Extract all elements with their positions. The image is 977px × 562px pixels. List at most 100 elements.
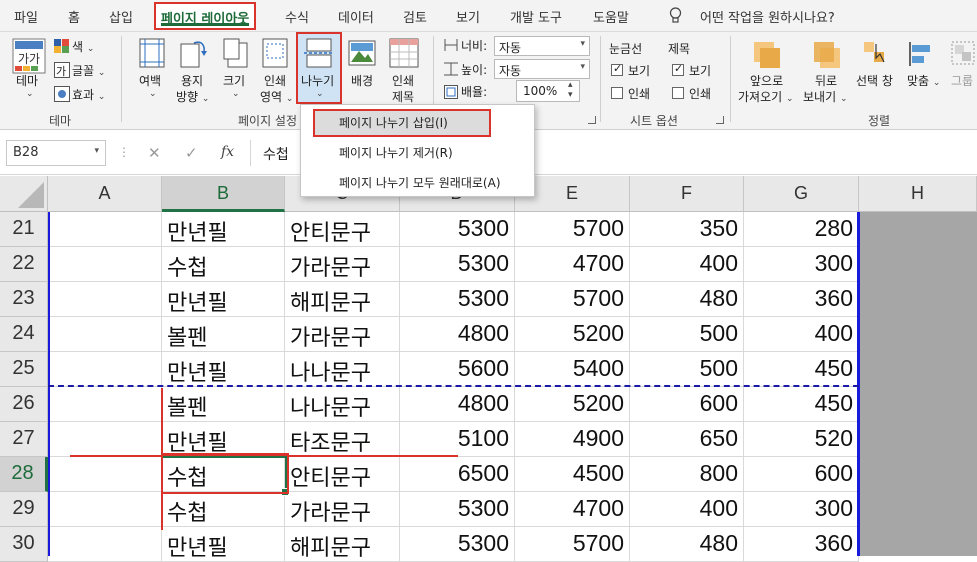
cell-g[interactable]: 360 bbox=[744, 527, 859, 562]
send-backward-label-2[interactable]: 보내기 ⌄ bbox=[803, 88, 848, 105]
row-header[interactable]: 29 bbox=[0, 492, 48, 527]
cell-a[interactable] bbox=[48, 422, 162, 457]
cell-e[interactable]: 5700 bbox=[515, 282, 630, 317]
colors-label[interactable]: 색 ⌄ bbox=[72, 38, 94, 55]
menu-view[interactable]: 보기 bbox=[456, 7, 480, 26]
cell-d[interactable]: 5600 bbox=[400, 352, 515, 387]
send-backward-icon[interactable] bbox=[812, 40, 842, 70]
print-titles-label-1[interactable]: 인쇄 bbox=[392, 72, 414, 89]
dialog-launcher-icon[interactable] bbox=[588, 116, 596, 124]
menu-page-layout[interactable]: 페이지 레이아웃 bbox=[154, 2, 257, 30]
cell-a[interactable] bbox=[48, 352, 162, 387]
cell-g[interactable]: 300 bbox=[744, 492, 859, 527]
cell-b[interactable]: 만년필 bbox=[162, 282, 285, 317]
cell-c[interactable]: 가라문구 bbox=[285, 317, 400, 352]
cell-f[interactable]: 400 bbox=[630, 247, 744, 282]
cell-g[interactable]: 300 bbox=[744, 247, 859, 282]
cell-g[interactable]: 520 bbox=[744, 422, 859, 457]
cell-b[interactable]: 수첩 bbox=[162, 492, 285, 527]
insert-function-icon[interactable]: fx bbox=[221, 144, 234, 160]
menu-file[interactable]: 파일 bbox=[14, 7, 38, 26]
menu-data[interactable]: 데이터 bbox=[338, 7, 374, 26]
cell-e[interactable]: 4500 bbox=[515, 457, 630, 492]
name-box[interactable]: B28 ▾ bbox=[6, 140, 106, 166]
column-header-f[interactable]: F bbox=[630, 176, 744, 212]
gridlines-print-checkbox[interactable] bbox=[611, 87, 623, 99]
cell-d[interactable]: 4800 bbox=[400, 387, 515, 422]
cell-e[interactable]: 5700 bbox=[515, 212, 630, 247]
print-titles-label-2[interactable]: 제목 bbox=[392, 88, 414, 105]
group-icon[interactable] bbox=[950, 40, 976, 68]
cell-f[interactable]: 480 bbox=[630, 282, 744, 317]
cell-f[interactable]: 480 bbox=[630, 527, 744, 562]
cell-f[interactable]: 800 bbox=[630, 457, 744, 492]
cell-c[interactable]: 가라문구 bbox=[285, 492, 400, 527]
fonts-label[interactable]: 글꼴 ⌄ bbox=[72, 62, 105, 79]
menu-formulas[interactable]: 수식 bbox=[285, 7, 309, 26]
group-label[interactable]: 그룹 bbox=[951, 72, 973, 89]
select-all-button[interactable] bbox=[0, 176, 48, 212]
size-icon[interactable] bbox=[223, 38, 249, 68]
dialog-launcher-icon[interactable] bbox=[716, 116, 724, 124]
cell-c[interactable]: 가라문구 bbox=[285, 247, 400, 282]
cell-f[interactable]: 600 bbox=[630, 387, 744, 422]
cell-d[interactable]: 5100 bbox=[400, 422, 515, 457]
size-label[interactable]: 크기 bbox=[223, 72, 245, 89]
menu-insert[interactable]: 삽입 bbox=[109, 7, 133, 26]
print-area-label-2[interactable]: 영역 ⌄ bbox=[260, 88, 293, 105]
spin-up-icon[interactable]: ▴ bbox=[568, 80, 573, 90]
cell-g[interactable]: 600 bbox=[744, 457, 859, 492]
cell-a[interactable] bbox=[48, 492, 162, 527]
background-label[interactable]: 배경 bbox=[351, 72, 373, 89]
selection-pane-icon[interactable] bbox=[862, 40, 888, 68]
cell-e[interactable]: 5200 bbox=[515, 387, 630, 422]
breaks-icon[interactable] bbox=[304, 38, 334, 68]
background-icon[interactable] bbox=[348, 40, 376, 66]
cell-g[interactable]: 450 bbox=[744, 387, 859, 422]
column-header-a[interactable]: A bbox=[48, 176, 162, 212]
align-icon[interactable] bbox=[907, 40, 935, 68]
cell-d[interactable]: 4800 bbox=[400, 317, 515, 352]
print-titles-icon[interactable] bbox=[389, 38, 419, 68]
cell-e[interactable]: 5200 bbox=[515, 317, 630, 352]
insert-page-break-item[interactable]: 페이지 나누기 삽입(I) bbox=[313, 109, 491, 137]
orientation-label-2[interactable]: 방향 ⌄ bbox=[176, 88, 209, 105]
gridlines-view-checkbox[interactable] bbox=[611, 62, 623, 76]
cell-b[interactable]: 만년필 bbox=[162, 527, 285, 562]
cell-b[interactable]: 볼펜 bbox=[162, 317, 285, 352]
menu-help[interactable]: 도움말 bbox=[593, 7, 629, 26]
cell-c[interactable]: 해피문구 bbox=[285, 527, 400, 562]
row-header[interactable]: 22 bbox=[0, 247, 48, 282]
themes-icon[interactable]: 가가 bbox=[12, 38, 46, 74]
enter-icon[interactable]: ✓ bbox=[185, 144, 198, 162]
cancel-icon[interactable]: ✕ bbox=[148, 144, 161, 162]
cell-c[interactable]: 해피문구 bbox=[285, 282, 400, 317]
spin-down-icon[interactable]: ▾ bbox=[568, 90, 573, 100]
cell-d[interactable]: 5300 bbox=[400, 282, 515, 317]
row-header[interactable]: 26 bbox=[0, 387, 48, 422]
row-header[interactable]: 25 bbox=[0, 352, 48, 387]
print-area-label-1[interactable]: 인쇄 bbox=[264, 72, 286, 89]
column-header-b[interactable]: B bbox=[162, 176, 285, 212]
headings-view-checkbox[interactable] bbox=[672, 62, 684, 76]
cell-g[interactable]: 400 bbox=[744, 317, 859, 352]
cell-c[interactable]: 안티문구 bbox=[285, 457, 400, 492]
width-select[interactable]: 자동 ▾ bbox=[494, 36, 590, 56]
cell-d[interactable]: 6500 bbox=[400, 457, 515, 492]
headings-print-checkbox[interactable] bbox=[672, 87, 684, 99]
effects-icon[interactable] bbox=[54, 86, 70, 102]
breaks-label[interactable]: 나누기 bbox=[301, 72, 334, 89]
cell-e[interactable]: 4700 bbox=[515, 492, 630, 527]
cell-d[interactable]: 5300 bbox=[400, 212, 515, 247]
row-header[interactable]: 23 bbox=[0, 282, 48, 317]
effects-label[interactable]: 효과 ⌄ bbox=[72, 86, 105, 103]
selection-pane-label[interactable]: 선택 창 bbox=[856, 72, 893, 89]
cell-b[interactable]: 만년필 bbox=[162, 352, 285, 387]
cell-e[interactable]: 5400 bbox=[515, 352, 630, 387]
row-header[interactable]: 28 bbox=[0, 457, 48, 492]
remove-page-break-item[interactable]: 페이지 나누기 제거(R) bbox=[301, 139, 534, 165]
cell-a[interactable] bbox=[48, 212, 162, 247]
cell-a[interactable] bbox=[48, 247, 162, 282]
bring-forward-icon[interactable] bbox=[752, 40, 782, 70]
orientation-icon[interactable] bbox=[180, 38, 208, 68]
